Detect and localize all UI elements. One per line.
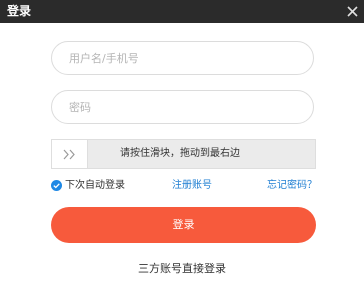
title-bar: 登录 bbox=[0, 0, 364, 23]
login-options-row: 下次自动登录 注册账号 忘记密码？ bbox=[51, 179, 317, 193]
username-input[interactable] bbox=[69, 42, 299, 74]
slider-instruction: 请按住滑块，拖动到最右边 bbox=[120, 148, 240, 159]
checkmark-circle-icon bbox=[51, 180, 62, 191]
third-party-login-link[interactable]: 三方账号直接登录 bbox=[0, 261, 364, 276]
register-link[interactable]: 注册账号 bbox=[172, 179, 212, 192]
double-chevron-right-icon bbox=[63, 149, 75, 160]
remember-me-label: 下次自动登录 bbox=[65, 180, 125, 191]
login-window: 登录 请按住滑块，拖动到最右边 下次自动登录 bbox=[0, 0, 364, 287]
password-input[interactable] bbox=[69, 91, 299, 123]
close-icon[interactable] bbox=[344, 3, 361, 20]
login-button[interactable]: 登录 bbox=[51, 207, 316, 243]
window-title: 登录 bbox=[7, 4, 32, 18]
slider-captcha: 请按住滑块，拖动到最右边 bbox=[51, 139, 316, 169]
username-field-container bbox=[51, 41, 314, 75]
password-field-container bbox=[51, 90, 314, 124]
forgot-password-link[interactable]: 忘记密码？ bbox=[267, 179, 317, 192]
slider-handle[interactable] bbox=[52, 140, 88, 168]
